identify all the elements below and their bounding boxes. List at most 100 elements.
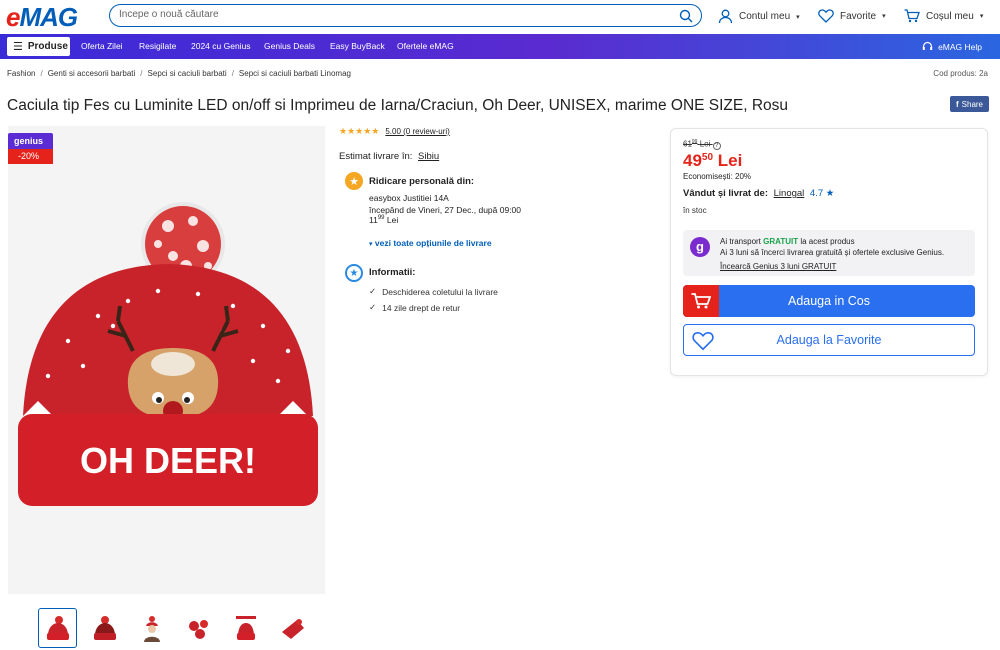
price-dec: 50 xyxy=(701,152,714,163)
pickup-title: Ridicare personală din: xyxy=(369,176,475,187)
pickup-time: începând de Vineri, 27 Dec., după 09:00 xyxy=(369,205,522,215)
info-circle-icon[interactable]: ? xyxy=(712,141,721,150)
chevron-down-icon: ▾ xyxy=(796,13,800,21)
breadcrumb-item[interactable]: Genti si accesorii barbati xyxy=(48,69,136,78)
hat-side-thumb-icon xyxy=(281,619,304,639)
account-label: Contul meu xyxy=(739,11,791,22)
price-currency: Lei xyxy=(717,151,743,170)
search-icon[interactable] xyxy=(679,9,693,23)
savings-text: Economisești: 20% xyxy=(683,172,752,181)
old-price-currency: Lei xyxy=(699,139,711,149)
hat-thumb-icon xyxy=(46,616,69,640)
facebook-icon: f xyxy=(955,99,959,109)
hamburger-icon: ☰ xyxy=(13,41,23,53)
favorites-menu[interactable]: Favorite ▾ xyxy=(818,9,886,23)
hat-illustration: OH DEER! xyxy=(18,202,318,506)
info-item-text: 14 zile drept de retur xyxy=(382,302,461,313)
info-star-icon: ★ xyxy=(345,264,363,282)
product-main-image[interactable]: OH DEER! xyxy=(8,126,325,594)
genius-line1-post: la acest produs xyxy=(800,237,855,246)
genius-free-shipping: Ai transport GRATUIT la acest produs xyxy=(720,237,855,246)
old-price: 6199 Lei ? xyxy=(683,139,721,150)
rating-text: 5.00 (0 review-uri) xyxy=(385,127,450,136)
info-item-text: Deschiderea coletului la livrare xyxy=(382,286,498,297)
check-icon: ✓ xyxy=(369,302,377,312)
thumbnail-3[interactable] xyxy=(132,608,171,648)
breadcrumb-item[interactable]: Sepci si caciuli barbati Linomag xyxy=(239,69,351,78)
hat-text: OH DEER! xyxy=(80,440,256,481)
cart-icon xyxy=(683,285,719,317)
info-title: Informatii: xyxy=(369,267,416,278)
nav-item-easy-buyback[interactable]: Easy BuyBack xyxy=(330,41,385,51)
person-thumb-icon xyxy=(143,616,160,642)
product-title: Caciula tip Fes cu Luminite LED on/off s… xyxy=(7,97,789,114)
pickup-location: easybox Justitiei 14A xyxy=(369,193,449,203)
pickup-price-int: 11 xyxy=(369,215,378,225)
add-to-cart-button[interactable]: Adauga in Cos xyxy=(683,285,975,317)
star-badge-icon: ★ xyxy=(345,172,363,190)
share-label: Share xyxy=(961,99,984,109)
breadcrumb-item[interactable]: Fashion xyxy=(7,69,35,78)
genius-line1-green: GRATUIT xyxy=(763,237,799,246)
image-thumbnails xyxy=(38,608,312,648)
seller-link[interactable]: Linogal xyxy=(774,188,805,199)
old-price-dec: 99 xyxy=(691,139,698,145)
all-delivery-options-link[interactable]: ▾ vezi toate opțiunile de livrare xyxy=(369,238,492,248)
cart-icon xyxy=(904,9,920,23)
check-icon: ✓ xyxy=(369,286,377,296)
cart-menu[interactable]: Coșul meu ▾ xyxy=(904,9,983,23)
current-price: 4950 Lei xyxy=(683,151,742,171)
thumbnail-5[interactable] xyxy=(226,608,265,648)
pickup-price-currency: Lei xyxy=(386,215,399,225)
help-label: eMAG Help xyxy=(938,41,982,52)
seller-info: Vândut și livrat de: Linogal 4.7 ★ xyxy=(683,188,834,199)
help-link[interactable]: eMAG Help xyxy=(922,41,982,52)
genius-line1-pre: Ai transport xyxy=(720,237,761,246)
user-icon xyxy=(718,9,733,24)
hat-info-thumb-icon xyxy=(235,616,256,640)
account-menu[interactable]: Contul meu ▾ xyxy=(718,9,800,24)
pickup-price-dec: 99 xyxy=(377,215,385,222)
nav-item-oferta-zilei[interactable]: Oferta Zilei xyxy=(81,41,123,51)
heart-icon xyxy=(818,9,834,23)
breadcrumb-item[interactable]: Sepci si caciuli barbati xyxy=(148,69,227,78)
nav-item-2024-genius[interactable]: 2024 cu Genius xyxy=(191,41,251,51)
info-item: ✓ Deschiderea coletului la livrare xyxy=(369,286,498,297)
breadcrumb-separator: / xyxy=(40,69,43,78)
chevron-down-icon: ▾ xyxy=(882,13,886,20)
thumbnail-6[interactable] xyxy=(273,608,312,648)
genius-badge: genius xyxy=(8,133,53,149)
seller-rating: 4.7 ★ xyxy=(809,188,835,199)
hat-thumb-icon xyxy=(93,616,116,640)
chevron-down-icon: ▾ xyxy=(979,13,984,20)
breadcrumb: Fashion / Genti si accesorii barbati / Sep… xyxy=(7,69,351,78)
products-menu-button[interactable]: ☰ Produse xyxy=(7,37,70,56)
emag-logo[interactable]: eMAG xyxy=(6,2,78,33)
nav-item-resigilate[interactable]: Resigilate xyxy=(139,41,176,51)
nav-item-ofertele-emag[interactable]: Ofertele eMAG xyxy=(397,41,454,51)
add-to-favorites-button[interactable]: Adauga la Favorite xyxy=(683,324,975,356)
rating-stars: ★★★★★ xyxy=(339,126,380,136)
add-to-cart-label: Adauga in Cos xyxy=(787,294,870,308)
stock-status: în stoc xyxy=(683,206,707,215)
delivery-estimate: Estimat livrare în: Sibiu xyxy=(339,151,439,162)
breadcrumb-separator: / xyxy=(231,69,234,78)
genius-logo-icon: g xyxy=(690,237,710,257)
add-to-favorites-label: Adauga la Favorite xyxy=(776,333,882,347)
search-input[interactable] xyxy=(119,9,659,20)
thumbnail-2[interactable] xyxy=(85,608,124,648)
facebook-share-button[interactable]: f Share xyxy=(950,96,989,112)
price-int: 49 xyxy=(683,151,702,170)
search-bar xyxy=(109,4,702,27)
delivery-city-link[interactable]: Sibiu xyxy=(418,151,439,162)
thumbnail-1[interactable] xyxy=(38,608,77,648)
multiple-hats-thumb-icon xyxy=(188,620,208,639)
nav-item-genius-deals[interactable]: Genius Deals xyxy=(264,41,315,51)
genius-trial-link[interactable]: Încearcă Genius 3 luni GRATUIT xyxy=(720,262,836,271)
thumbnail-4[interactable] xyxy=(179,608,218,648)
favorites-label: Favorite xyxy=(840,10,877,22)
chevron-down-icon: ▾ xyxy=(369,241,373,248)
main-nav: ☰ Produse Oferta Zilei Resigilate 2024 c… xyxy=(0,34,1000,59)
product-code: Cod produs: 2a xyxy=(933,69,988,78)
product-rating[interactable]: ★★★★★ 5.00 (0 review-uri) xyxy=(339,126,450,137)
